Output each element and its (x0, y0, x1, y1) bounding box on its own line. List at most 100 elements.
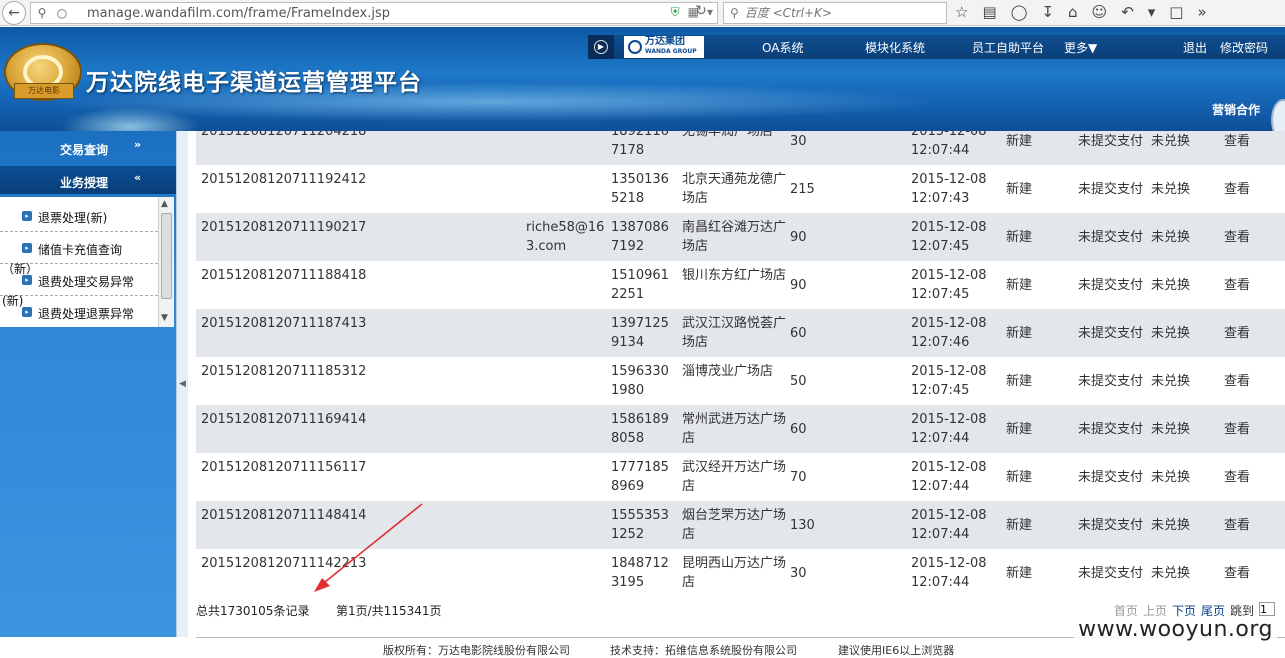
view-link[interactable]: 查看 (1224, 132, 1250, 151)
view-link[interactable]: 查看 (1224, 372, 1250, 391)
browser-suggest-text: 建议使用IE6以上浏览器 (838, 644, 955, 657)
page-indicator: 第1页/共115341页 (336, 604, 442, 618)
order-status: 新建 (1006, 278, 1033, 293)
jump-page-input[interactable] (1259, 602, 1275, 616)
scroll-down-icon[interactable]: ▼ (161, 313, 168, 323)
scroll-up-icon[interactable]: ▲ (161, 199, 168, 209)
sidebar-scrollbar[interactable]: ▲ ▼ (158, 197, 174, 327)
order-time: 2015-12-08 12:07:44 (911, 131, 987, 158)
amount: 60 (790, 326, 807, 341)
clipboard-icon[interactable]: ▤ (982, 3, 996, 21)
amount: 30 (790, 134, 807, 149)
amount: 30 (790, 566, 807, 581)
pocket-icon[interactable]: ◯ (1011, 3, 1028, 21)
table-row: 20151208120711188418 15109612251 银川东方红广场… (196, 261, 1285, 309)
cinema-name: 武汉江汉路悦荟广场店 (682, 316, 787, 350)
order-status: 新建 (1006, 230, 1033, 245)
back-arrow-icon[interactable]: ← (2, 0, 26, 25)
pay-status: 未提交支付 (1078, 326, 1144, 341)
nav-oa[interactable]: OA系统 (762, 39, 803, 56)
view-link[interactable]: 查看 (1224, 420, 1250, 439)
pay-status: 未提交支付 (1078, 182, 1144, 197)
more-icon[interactable]: » (1197, 3, 1206, 21)
view-link[interactable]: 查看 (1224, 228, 1250, 247)
sidebar-item-refund-tx-error[interactable]: （新） ▸ 退费处理交易异常 (0, 262, 158, 296)
phone: 17771858969 (611, 460, 669, 494)
nav-more[interactable]: 更多▼ (1064, 39, 1097, 56)
view-link[interactable]: 查看 (1224, 516, 1250, 535)
search-input[interactable] (744, 6, 935, 20)
sidebar-item-refund[interactable]: ▸ 退票处理(新) (0, 200, 158, 232)
cinema-name: 淄博茂业广场店 (682, 364, 774, 379)
menu-bullet-icon: ▸ (22, 275, 32, 285)
sidebar-collapse-handle[interactable]: ◀ (176, 131, 188, 637)
amount: 90 (790, 230, 807, 245)
table-row: 20151208120711192412 13501365218 北京天通苑龙德… (196, 165, 1285, 213)
shield-icon[interactable]: ⛨ (671, 5, 680, 20)
reload-icon[interactable]: ↻ (690, 3, 712, 23)
logo-ribbon: 万达电影 (14, 83, 74, 99)
cinema-name: 烟台芝罘万达广场店 (682, 508, 787, 542)
order-status: 新建 (1006, 134, 1033, 149)
download-icon[interactable]: ↧ (1041, 3, 1054, 21)
logout-link[interactable]: 退出 (1183, 39, 1207, 56)
chat-icon[interactable]: ☺ (1092, 3, 1108, 21)
order-time: 2015-12-08 12:07:44 (911, 412, 987, 446)
url-text[interactable]: manage.wandafilm.com/frame/FrameIndex.js… (87, 6, 390, 21)
exchange-status: 未兑换 (1151, 278, 1191, 293)
exchange-status: 未兑换 (1151, 374, 1191, 389)
order-time: 2015-12-08 12:07:44 (911, 460, 987, 494)
view-link[interactable]: 查看 (1224, 180, 1250, 199)
change-password-link[interactable]: 修改密码 (1220, 39, 1268, 56)
pay-status: 未提交支付 (1078, 422, 1144, 437)
order-time: 2015-12-08 12:07:45 (911, 268, 987, 302)
home-icon[interactable]: ⌂ (1068, 3, 1078, 21)
sidebar-item-refund-ticket-error[interactable]: (新) ▸ 退费处理退票异常 (0, 294, 158, 327)
key-icon: ⚲ (37, 6, 47, 20)
address-bar[interactable]: ⚲ ○ manage.wandafilm.com/frame/FrameInde… (30, 2, 718, 24)
sidebar-section-business[interactable]: 业务授理 « (0, 166, 176, 194)
table-row: 20151208120711142213 18487123195 昆明西山万达广… (196, 549, 1285, 597)
sidebar-section-transaction[interactable]: 交易查询 » (0, 133, 176, 161)
app-header: 万达电影 万达院线电子渠道运营管理平台 ▶ 万达集团 WANDA GROUP OA… (0, 27, 1285, 131)
exchange-status: 未兑换 (1151, 230, 1191, 245)
order-id: 20151208120711192412 (201, 172, 367, 187)
order-id: 20151208120711169414 (201, 412, 367, 427)
menu-dropdown-icon[interactable]: ▾ (1148, 3, 1156, 21)
view-link[interactable]: 查看 (1224, 468, 1250, 487)
crop-icon[interactable]: □ (1169, 3, 1183, 21)
order-id: 20151208120711190217 (201, 220, 367, 235)
scroll-thumb[interactable] (161, 213, 172, 299)
search-box[interactable]: ⚲ (723, 2, 947, 24)
nav-employee[interactable]: 员工自助平台 (972, 39, 1044, 56)
play-icon[interactable]: ▶ (588, 35, 614, 59)
nav-modular[interactable]: 模块化系统 (865, 39, 925, 56)
order-time: 2015-12-08 12:07:44 (911, 508, 987, 542)
wanda-group-sub: WANDA GROUP (645, 48, 697, 55)
watermark: www.wooyun.org (1074, 617, 1277, 642)
order-id: 20151208120711148414 (201, 508, 367, 523)
order-status: 新建 (1006, 374, 1033, 389)
cinema-name: 无锡华润广场店 (682, 131, 774, 139)
exchange-status: 未兑换 (1151, 518, 1191, 533)
amount: 215 (790, 182, 815, 197)
copyright-text: 版权所有：万达电影院线股份有限公司 (383, 644, 570, 657)
table-row: 20151208120711187413 13971259134 武汉江汉路悦荟… (196, 309, 1285, 357)
view-link[interactable]: 查看 (1224, 564, 1250, 583)
undo-icon[interactable]: ↶ (1121, 3, 1134, 21)
exchange-status: 未兑换 (1151, 326, 1191, 341)
view-link[interactable]: 查看 (1224, 276, 1250, 295)
pay-status: 未提交支付 (1078, 470, 1144, 485)
pay-status: 未提交支付 (1078, 566, 1144, 581)
chevron-up-icon: « (134, 171, 142, 184)
phone: 15109612251 (611, 268, 669, 302)
amount: 130 (790, 518, 815, 533)
star-icon[interactable]: ☆ (955, 3, 968, 21)
phone: 13971259134 (611, 316, 669, 350)
marketing-link[interactable]: 营销合作 (1212, 101, 1260, 118)
order-time: 2015-12-08 12:07:45 (911, 220, 987, 254)
sidebar-section-label: 业务授理 (60, 176, 109, 190)
pagination: 总共1730105条记录 第1页/共115341页 首页 上页 下页 尾页 跳到 (196, 600, 1285, 618)
view-link[interactable]: 查看 (1224, 324, 1250, 343)
sidebar-item-prefix: （新） (2, 262, 39, 276)
